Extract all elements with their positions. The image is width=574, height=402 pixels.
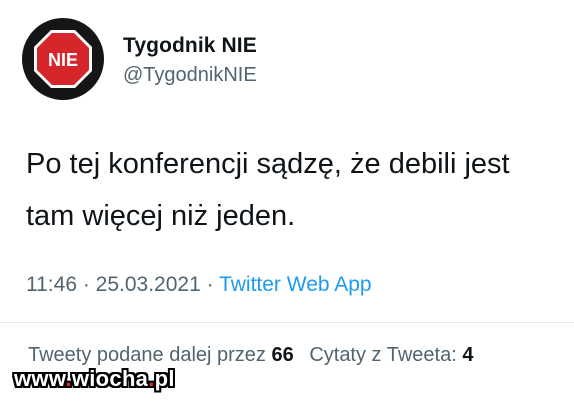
meta-separator: · [200,273,220,296]
watermark-part-3: pl [154,366,175,391]
stop-sign-logo-icon: NIE [34,30,92,88]
watermark-part-2: wiocha [71,366,149,391]
tweet-time[interactable]: 11:46 [26,273,77,296]
tweet-text: Po tej konferencji sądzę, że debili jest… [26,138,574,242]
tweet-line-2: tam więcej niż jeden. [26,200,296,232]
tweet-source[interactable]: Twitter Web App [219,273,372,296]
tweet-line-1: Po tej konferencji sądzę, że debili jest [26,148,510,180]
avatar[interactable]: NIE [22,18,104,100]
tweet-stats: Tweety podane dalej przez 66 Cytaty z Tw… [28,344,473,367]
watermark-part-1: www [14,366,66,391]
avatar-text: NIE [48,50,78,70]
author-name[interactable]: Tygodnik NIE [123,34,257,58]
tweet-date[interactable]: 25.03.2021 [96,273,201,296]
tweet-meta: 11:46 · 25.03.2021 · Twitter Web App [26,273,372,297]
divider [0,322,574,323]
meta-separator: · [77,273,96,296]
watermark: www.wiocha.pl [14,366,175,392]
retweets-count[interactable]: 66 [272,344,294,366]
retweets-label[interactable]: Tweety podane dalej przez [28,344,266,366]
quotes-count[interactable]: 4 [462,344,473,366]
quotes-label[interactable]: Cytaty z Tweeta: [309,344,456,366]
author-handle[interactable]: @TygodnikNIE [123,64,257,87]
